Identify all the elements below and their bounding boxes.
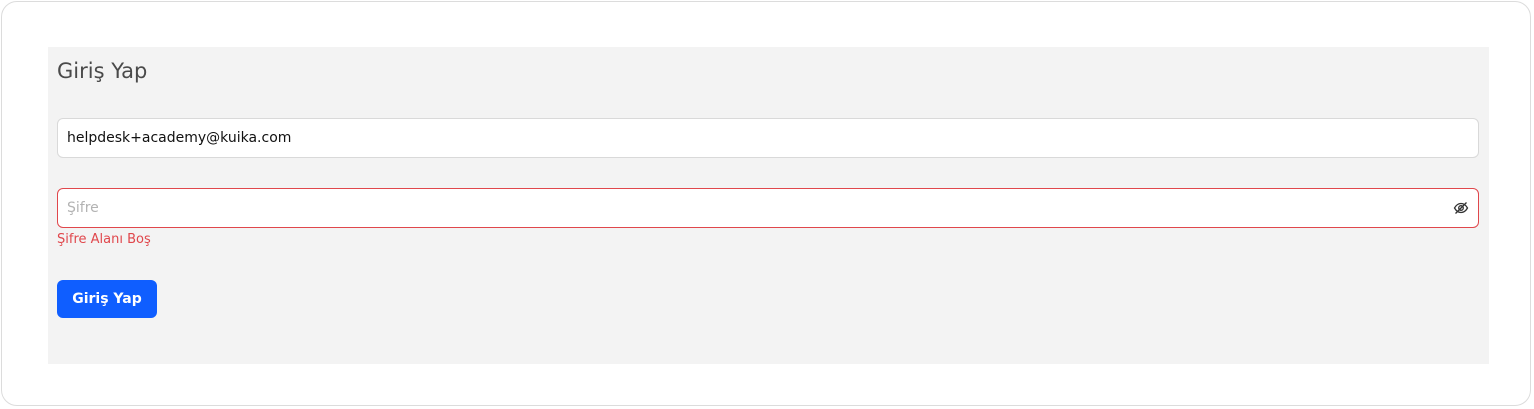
email-field[interactable]	[58, 119, 1478, 157]
password-field-wrapper	[57, 188, 1479, 228]
page-title: Giriş Yap	[57, 59, 148, 83]
email-field-wrapper	[57, 118, 1479, 158]
password-error-message: Şifre Alanı Boş	[57, 232, 151, 247]
eye-slash-icon[interactable]	[1453, 200, 1469, 216]
password-field[interactable]	[58, 189, 1478, 227]
login-button[interactable]: Giriş Yap	[57, 280, 157, 318]
page-frame: Giriş Yap Şifre Alanı Boş Giriş Yap	[1, 1, 1531, 406]
login-panel: Giriş Yap Şifre Alanı Boş Giriş Yap	[48, 47, 1489, 364]
